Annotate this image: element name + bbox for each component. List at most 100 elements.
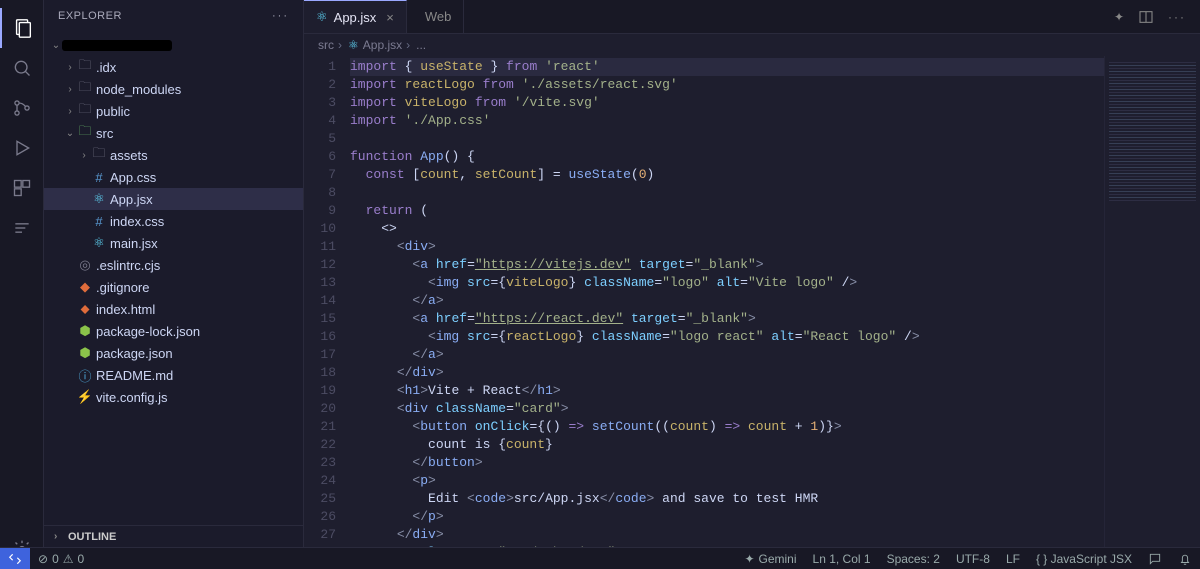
react-icon: ⚛: [90, 235, 108, 251]
activity-source-control-icon[interactable]: [0, 88, 44, 128]
npm-icon: ⬢: [76, 345, 94, 361]
code-line-19[interactable]: <h1>Vite + React</h1>: [350, 382, 1104, 400]
code-line-2[interactable]: import reactLogo from './assets/react.sv…: [350, 76, 1104, 94]
code-line-21[interactable]: <button onClick={() => setCount((count) …: [350, 418, 1104, 436]
more-actions-icon[interactable]: ···: [1168, 10, 1186, 24]
folder-icon: 🗀: [76, 78, 94, 100]
file-package-lock.json[interactable]: ⬢package-lock.json: [44, 320, 303, 342]
tab-Web[interactable]: Web: [407, 0, 465, 33]
breadcrumb[interactable]: src › ⚛ App.jsx › ...: [304, 34, 1200, 56]
activity-extensions-icon[interactable]: [0, 168, 44, 208]
code-line-5[interactable]: [350, 130, 1104, 148]
code-line-14[interactable]: </a>: [350, 292, 1104, 310]
status-problems[interactable]: ⊘0 ⚠0: [30, 552, 92, 566]
sparkle-icon[interactable]: ✦: [1114, 10, 1124, 24]
code-line-1[interactable]: import { useState } from 'react': [350, 58, 1104, 76]
status-bar: ⊘0 ⚠0 ✦ Gemini Ln 1, Col 1 Spaces: 2 UTF…: [0, 547, 1200, 569]
file-App.css[interactable]: #App.css: [44, 166, 303, 188]
code-line-27[interactable]: </div>: [350, 526, 1104, 544]
file-index.html[interactable]: ⬥index.html: [44, 298, 303, 320]
status-remote-icon[interactable]: [0, 548, 30, 569]
breadcrumb-more[interactable]: ...: [416, 38, 426, 52]
code-line-4[interactable]: import './App.css': [350, 112, 1104, 130]
code-content[interactable]: import { useState } from 'react'import r…: [350, 56, 1104, 569]
file-.eslintrc.cjs[interactable]: ◎.eslintrc.cjs: [44, 254, 303, 276]
code-line-8[interactable]: [350, 184, 1104, 202]
breadcrumb-src[interactable]: src ›: [318, 38, 342, 52]
status-gemini[interactable]: ✦ Gemini: [736, 552, 804, 566]
html-icon: ⬥: [76, 301, 94, 317]
close-icon[interactable]: ×: [386, 10, 394, 25]
folder-.idx[interactable]: ›🗀.idx: [44, 56, 303, 78]
code-line-23[interactable]: </button>: [350, 454, 1104, 472]
file-README.md[interactable]: ⓘREADME.md: [44, 364, 303, 386]
tab-App.jsx[interactable]: ⚛ App.jsx ×: [304, 0, 407, 33]
css-icon: #: [90, 170, 108, 185]
code-line-24[interactable]: <p>: [350, 472, 1104, 490]
code-line-17[interactable]: </a>: [350, 346, 1104, 364]
code-line-25[interactable]: Edit <code>src/App.jsx</code> and save t…: [350, 490, 1104, 508]
code-line-12[interactable]: <a href="https://vitejs.dev" target="_bl…: [350, 256, 1104, 274]
activity-explorer-icon[interactable]: [0, 8, 44, 48]
folder-icon: 🗀: [76, 100, 94, 122]
activity-bar: [0, 0, 44, 569]
folder-icon: 🗀: [90, 144, 108, 166]
code-line-13[interactable]: <img src={viteLogo} className="logo" alt…: [350, 274, 1104, 292]
split-editor-icon[interactable]: [1138, 9, 1154, 25]
file-vite.config.js[interactable]: ⚡vite.config.js: [44, 386, 303, 408]
folder-src[interactable]: ⌄🗀src: [44, 122, 303, 144]
tree-root[interactable]: ⌄: [44, 34, 303, 56]
code-line-3[interactable]: import viteLogo from '/vite.svg': [350, 94, 1104, 112]
status-encoding[interactable]: UTF-8: [948, 552, 998, 566]
explorer-title: EXPLORER: [58, 10, 122, 22]
code-line-20[interactable]: <div className="card">: [350, 400, 1104, 418]
breadcrumb-file[interactable]: ⚛ App.jsx ›: [348, 38, 410, 52]
code-line-9[interactable]: return (: [350, 202, 1104, 220]
section-outline[interactable]: ›OUTLINE: [44, 525, 303, 547]
tab-actions: ✦ ···: [1100, 0, 1200, 33]
file-main.jsx[interactable]: ⚛main.jsx: [44, 232, 303, 254]
react-icon: ⚛: [90, 191, 108, 207]
file-package.json[interactable]: ⬢package.json: [44, 342, 303, 364]
explorer-more-icon[interactable]: ···: [272, 10, 289, 22]
folder-public[interactable]: ›🗀public: [44, 100, 303, 122]
code-line-18[interactable]: </div>: [350, 364, 1104, 382]
status-eol[interactable]: LF: [998, 552, 1028, 566]
info-icon: ⓘ: [76, 366, 94, 385]
code-line-16[interactable]: <img src={reactLogo} className="logo rea…: [350, 328, 1104, 346]
code-line-7[interactable]: const [count, setCount] = useState(0): [350, 166, 1104, 184]
tab-label: Web: [425, 9, 452, 24]
explorer-header: EXPLORER ···: [44, 0, 303, 32]
npm-icon: ⬢: [76, 323, 94, 339]
status-cursor-position[interactable]: Ln 1, Col 1: [805, 552, 879, 566]
css-icon: #: [90, 214, 108, 229]
file-.gitignore[interactable]: ◆.gitignore: [44, 276, 303, 298]
editor-area: ⚛ App.jsx × Web ✦ ··· src › ⚛ App.jsx › …: [304, 0, 1200, 569]
status-indent[interactable]: Spaces: 2: [879, 552, 948, 566]
minimap[interactable]: [1104, 56, 1200, 569]
code-line-22[interactable]: count is {count}: [350, 436, 1104, 454]
code-line-11[interactable]: <div>: [350, 238, 1104, 256]
line-gutter: 1234567891011121314151617181920212223242…: [304, 56, 350, 569]
status-language[interactable]: { } JavaScript JSX: [1028, 552, 1140, 566]
file-tree: ⌄ ›🗀.idx ›🗀node_modules ›🗀public ⌄🗀src ›…: [44, 32, 303, 525]
activity-lines-icon[interactable]: [0, 208, 44, 248]
tab-label: App.jsx: [334, 10, 377, 25]
code-line-6[interactable]: function App() {: [350, 148, 1104, 166]
code-line-10[interactable]: <>: [350, 220, 1104, 238]
vite-icon: ⚡: [76, 389, 94, 405]
activity-run-debug-icon[interactable]: [0, 128, 44, 168]
activity-search-icon[interactable]: [0, 48, 44, 88]
status-bell-icon[interactable]: [1170, 552, 1200, 566]
file-index.css[interactable]: #index.css: [44, 210, 303, 232]
folder-assets[interactable]: ›🗀assets: [44, 144, 303, 166]
code-line-26[interactable]: </p>: [350, 508, 1104, 526]
file-App.jsx[interactable]: ⚛App.jsx: [44, 188, 303, 210]
code-line-15[interactable]: <a href="https://react.dev" target="_bla…: [350, 310, 1104, 328]
folder-icon: 🗀: [76, 56, 94, 78]
status-feedback-icon[interactable]: [1140, 552, 1170, 566]
folder-node_modules[interactable]: ›🗀node_modules: [44, 78, 303, 100]
editor-body: 1234567891011121314151617181920212223242…: [304, 56, 1200, 569]
git-icon: ◆: [76, 279, 94, 295]
react-icon: ⚛: [316, 9, 328, 25]
